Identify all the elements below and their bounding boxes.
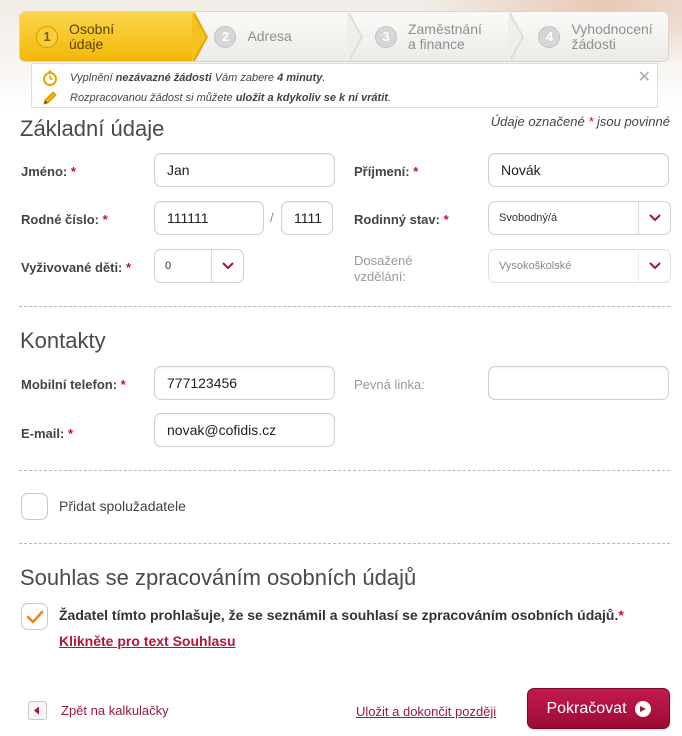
info-text: Vyplnění nezávazné žádosti Vám zabere 4 … xyxy=(70,72,326,84)
chevron-down-icon[interactable] xyxy=(638,250,670,282)
section-title-consent: Souhlas se zpracováním osobních údajů xyxy=(20,565,417,590)
step-arrow xyxy=(346,12,363,61)
children-label: Vyživované děti: * xyxy=(21,260,132,275)
stopwatch-icon xyxy=(43,70,57,86)
arrow-left-icon[interactable] xyxy=(28,701,47,720)
step-number: 4 xyxy=(538,25,561,48)
consent-checkbox[interactable] xyxy=(21,603,48,630)
education-select[interactable]: Vysokoškolské xyxy=(488,249,671,283)
step-label: Osobní údaje xyxy=(69,20,115,52)
mobile-label: Mobilní telefon: * xyxy=(21,377,126,392)
continue-button[interactable]: Pokračovat xyxy=(527,688,670,729)
back-label[interactable]: Zpět na kalkulačky xyxy=(61,703,169,718)
section-divider xyxy=(19,543,670,544)
marital-status-label: Rodinný stav: * xyxy=(354,212,449,227)
step-address[interactable]: 2 Adresa xyxy=(194,12,363,61)
info-time-row: Vyplnění nezávazné žádosti Vám zabere 4 … xyxy=(42,70,325,86)
last-name-field[interactable]: Novák xyxy=(488,153,669,187)
children-value: 0 xyxy=(165,260,172,272)
info-save-row: Rozpracovanou žádost si můžete uložit a … xyxy=(42,90,391,106)
education-value: Vysokoškolské xyxy=(499,260,572,272)
info-text: Rozpracovanou žádost si můžete uložit a … xyxy=(70,92,391,104)
email-field[interactable]: novak@cofidis.cz xyxy=(154,413,335,447)
step-number: 3 xyxy=(374,25,397,48)
birth-number-separator: / xyxy=(270,210,274,225)
step-label: Adresa xyxy=(247,28,292,44)
step-number: 2 xyxy=(214,25,237,48)
step-arrow xyxy=(192,12,209,61)
step-evaluation[interactable]: 4 Vyhodnocení žádosti xyxy=(510,12,668,61)
close-icon[interactable]: ✕ xyxy=(638,67,651,87)
education-label: Dosažené vzdělání: xyxy=(354,253,413,284)
marital-status-value: Svobodný/á xyxy=(499,212,558,224)
step-arrow xyxy=(508,12,525,61)
step-number: 1 xyxy=(36,25,58,48)
step-label: Zaměstnání a finance xyxy=(407,20,482,52)
children-select[interactable]: 0 xyxy=(154,249,244,283)
landline-field[interactable] xyxy=(488,366,669,400)
chevron-down-icon[interactable] xyxy=(638,202,670,234)
chevron-down-icon[interactable] xyxy=(211,250,243,282)
coapplicant-label[interactable]: Přidat spolužadatele xyxy=(59,498,186,514)
section-title-contacts: Kontakty xyxy=(20,328,106,353)
section-title-basic: Základní údaje xyxy=(20,116,165,141)
progress-steps: 1 Osobní údaje 2 Adresa 3 Zaměstnání a f… xyxy=(19,11,669,62)
landline-label: Pevná linka: xyxy=(354,377,425,392)
step-personal-data[interactable]: 1 Osobní údaje xyxy=(20,12,209,61)
continue-label: Pokračovat xyxy=(546,699,627,717)
email-label: E-mail: * xyxy=(21,426,74,441)
marital-status-select[interactable]: Svobodný/á xyxy=(488,201,671,235)
last-name-label: Příjmení: * xyxy=(354,164,419,179)
section-divider xyxy=(19,470,670,471)
step-label: Vyhodnocení žádosti xyxy=(571,20,653,52)
section-divider xyxy=(19,306,670,307)
save-later-link[interactable]: Uložit a dokončit později xyxy=(356,704,496,719)
first-name-label: Jméno: * xyxy=(21,164,76,179)
birth-number-field-2[interactable]: 1111 xyxy=(281,201,333,235)
required-note: Údaje označené * jsou povinné xyxy=(490,114,670,129)
consent-text: Žadatel tímto prohlašuje, že se seznámil… xyxy=(59,607,624,623)
mobile-field[interactable]: 777123456 xyxy=(154,366,335,400)
coapplicant-checkbox[interactable] xyxy=(21,493,48,520)
info-box: Vyplnění nezávazné žádosti Vám zabere 4 … xyxy=(31,63,658,108)
birth-number-field-1[interactable]: 111111 xyxy=(154,201,264,235)
first-name-field[interactable]: Jan xyxy=(154,153,335,187)
arrow-right-icon xyxy=(634,700,651,717)
birth-number-label: Rodné číslo: * xyxy=(21,212,108,227)
back-to-calculators-link[interactable]: Zpět na kalkulačky xyxy=(28,701,169,720)
pencil-icon xyxy=(43,91,57,105)
step-employment[interactable]: 3 Zaměstnání a finance xyxy=(349,12,525,61)
checkmark-icon xyxy=(26,610,43,623)
consent-text-link[interactable]: Klikněte pro text Souhlasu xyxy=(59,633,236,649)
